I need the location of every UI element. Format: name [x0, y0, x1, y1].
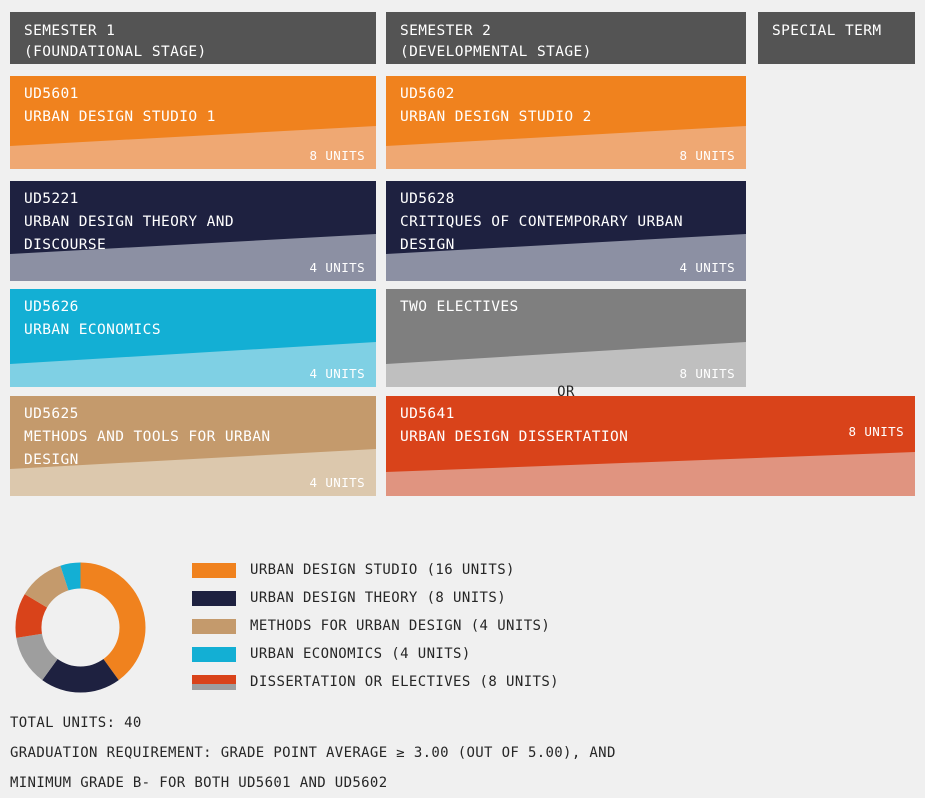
course-card-text: UD5626 URBAN ECONOMICS — [24, 299, 161, 338]
course-card-text: UD5601 URBAN DESIGN STUDIO 1 — [24, 86, 216, 125]
course-card-units: 4 UNITS — [309, 260, 365, 275]
legend-swatch-urban-design-theory — [192, 590, 236, 606]
course-card-ud5641[interactable]: UD5641 URBAN DESIGN DISSERTATION 8 UNITS — [386, 396, 915, 496]
legend-label: URBAN ECONOMICS (4 UNITS) — [250, 646, 471, 662]
course-card-units: 8 UNITS — [679, 148, 735, 163]
course-card-ud5602[interactable]: UD5602 URBAN DESIGN STUDIO 2 8 UNITS — [386, 76, 746, 169]
course-card-text: UD5641 URBAN DESIGN DISSERTATION — [400, 406, 629, 445]
legend-item: URBAN ECONOMICS (4 UNITS) — [192, 640, 559, 668]
course-card-text: UD5628 CRITIQUES OF CONTEMPORARY URBAN D… — [400, 191, 684, 253]
donut-slice-urban-design-studio — [80, 562, 146, 681]
legend-label: URBAN DESIGN STUDIO (16 UNITS) — [250, 562, 515, 578]
total-units-line: TOTAL UNITS: 40 — [10, 715, 142, 731]
course-card-units: 4 UNITS — [309, 366, 365, 381]
legend-label: METHODS FOR URBAN DESIGN (4 UNITS) — [250, 618, 551, 634]
column-header-special-term: SPECIAL TERM — [758, 12, 915, 64]
legend-swatch-methods-for-urban-design — [192, 618, 236, 634]
course-card-ud5601[interactable]: UD5601 URBAN DESIGN STUDIO 1 8 UNITS — [10, 76, 376, 169]
course-card-two-electives[interactable]: TWO ELECTIVES 8 UNITS — [386, 289, 746, 387]
column-header-semester-2: SEMESTER 2 (DEVELOPMENTAL STAGE) — [386, 12, 746, 64]
course-card-text: UD5221 URBAN DESIGN THEORY AND DISCOURSE — [24, 191, 234, 253]
units-donut-chart — [8, 555, 153, 704]
course-card-units: 8 UNITS — [679, 366, 735, 381]
course-card-text: TWO ELECTIVES — [400, 299, 519, 315]
chart-legend: URBAN DESIGN STUDIO (16 UNITS) URBAN DES… — [192, 556, 559, 696]
donut-svg — [15, 562, 146, 693]
course-card-text: UD5625 METHODS AND TOOLS FOR URBAN DESIG… — [24, 406, 271, 468]
course-card-text: UD5602 URBAN DESIGN STUDIO 2 — [400, 86, 592, 125]
course-card-units: 8 UNITS — [848, 424, 904, 439]
course-card-ud5626[interactable]: UD5626 URBAN ECONOMICS 4 UNITS — [10, 289, 376, 387]
course-card-ud5628[interactable]: UD5628 CRITIQUES OF CONTEMPORARY URBAN D… — [386, 181, 746, 281]
course-card-units: 4 UNITS — [309, 475, 365, 490]
legend-label: DISSERTATION OR ELECTIVES (8 UNITS) — [250, 674, 560, 690]
course-card-units: 4 UNITS — [679, 260, 735, 275]
legend-label: URBAN DESIGN THEORY (8 UNITS) — [250, 590, 507, 606]
legend-item: METHODS FOR URBAN DESIGN (4 UNITS) — [192, 612, 559, 640]
legend-swatch-urban-economics — [192, 646, 236, 662]
course-card-ud5221[interactable]: UD5221 URBAN DESIGN THEORY AND DISCOURSE… — [10, 181, 376, 281]
course-card-units: 8 UNITS — [309, 148, 365, 163]
graduation-requirement-line-2: MINIMUM GRADE B- FOR BOTH UD5601 AND UD5… — [10, 775, 388, 791]
footer-notes: TOTAL UNITS: 40 GRADUATION REQUIREMENT: … — [10, 708, 910, 798]
curriculum-board: SEMESTER 1 (FOUNDATIONAL STAGE) SEMESTER… — [0, 0, 925, 510]
course-card-ud5625[interactable]: UD5625 METHODS AND TOOLS FOR URBAN DESIG… — [10, 396, 376, 496]
legend-item: DISSERTATION OR ELECTIVES (8 UNITS) — [192, 668, 559, 696]
legend-swatch-dissertation-or-electives — [192, 674, 236, 690]
graduation-requirement-line-1: GRADUATION REQUIREMENT: GRADE POINT AVER… — [10, 745, 616, 761]
column-header-semester-1: SEMESTER 1 (FOUNDATIONAL STAGE) — [10, 12, 376, 64]
legend-item: URBAN DESIGN STUDIO (16 UNITS) — [192, 556, 559, 584]
legend-swatch-urban-design-studio — [192, 562, 236, 578]
legend-item: URBAN DESIGN THEORY (8 UNITS) — [192, 584, 559, 612]
